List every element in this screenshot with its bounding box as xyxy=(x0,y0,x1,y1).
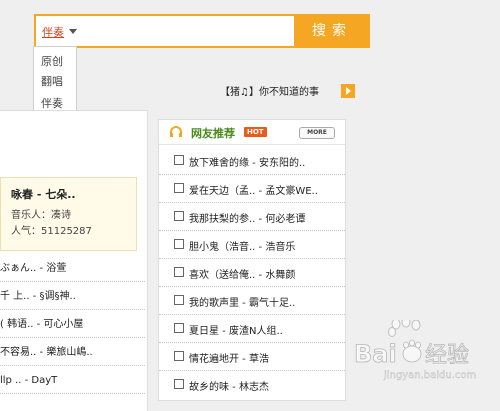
svg-text:Bai: Bai xyxy=(354,340,397,368)
artist-popularity: 人气：51125287 xyxy=(11,226,92,237)
search-type-select[interactable]: 伴奏 xyxy=(36,16,80,46)
recommend-row: 我那扶梨的参.. - 何必老谭 xyxy=(159,204,345,231)
recommend-header: 网友推荐 HOT MORE xyxy=(159,120,345,145)
list-item[interactable]: 不容易.. - 樂旅山嶋.. xyxy=(0,340,145,366)
recommend-checkbox[interactable] xyxy=(174,267,184,277)
recommend-item[interactable]: 夏日星 - 废渣N人组.. xyxy=(189,322,339,337)
headphone-icon xyxy=(170,126,182,137)
recommend-checkbox[interactable] xyxy=(174,155,184,165)
recommend-checkbox[interactable] xyxy=(174,379,184,389)
recommend-row: 胆小鬼（浩音.. - 浩音乐 xyxy=(159,232,345,259)
search-bar: 伴奏 搜索 xyxy=(34,14,372,48)
chevron-down-icon xyxy=(69,29,77,34)
more-button[interactable]: MORE xyxy=(299,127,335,139)
search-type-label: 伴奏 xyxy=(42,26,64,39)
recommend-item[interactable]: 放下难舍的缘 - 安东阳的.. xyxy=(189,154,339,169)
recommend-item[interactable]: 我那扶梨的参.. - 何必老谭 xyxy=(189,210,339,225)
artist-card[interactable]: 咏春 - 七朵.. 音乐人：凑诗 人气：51125287 xyxy=(0,177,137,251)
recommend-panel: 网友推荐 HOT MORE 放下难舍的缘 - 安东阳的.. 爱在天边（孟.. -… xyxy=(158,119,346,401)
recommend-row: 夏日星 - 废渣N人组.. xyxy=(159,316,345,343)
artist-song-title[interactable]: 咏春 - 七朵.. xyxy=(11,186,76,202)
dropdown-item-cover[interactable]: 翻唱 xyxy=(41,73,63,89)
recommend-row: 爱在天边（孟.. - 孟文豪WE.. xyxy=(159,176,345,203)
search-input[interactable]: 伴奏 xyxy=(34,14,296,48)
svg-text:经验: 经验 xyxy=(425,343,469,368)
list-item[interactable]: ぶぁん.. - 浴萱 xyxy=(0,256,145,282)
recommend-checkbox[interactable] xyxy=(174,183,184,193)
artist-musician: 音乐人：凑诗 xyxy=(11,210,71,221)
hot-badge: HOT xyxy=(244,127,267,137)
recommend-item[interactable]: 胆小鬼（浩音.. - 浩音乐 xyxy=(189,238,339,253)
recommend-row: 故乡的味 - 林志杰 xyxy=(159,372,345,398)
recommend-checkbox[interactable] xyxy=(174,295,184,305)
search-button[interactable]: 搜索 xyxy=(294,14,370,48)
recommend-checkbox[interactable] xyxy=(174,323,184,333)
recommend-item[interactable]: 我的歌声里 - 霸气十足.. xyxy=(189,294,339,309)
recommend-item[interactable]: 故乡的味 - 林志杰 xyxy=(189,378,339,393)
recommend-item[interactable]: 爱在天边（孟.. - 孟文豪WE.. xyxy=(189,182,339,197)
recommend-checkbox[interactable] xyxy=(174,239,184,249)
recommend-item[interactable]: 喜欢（送给俺.. - 水舞颜 xyxy=(189,266,339,281)
baidu-jingyan-watermark: Bai 经验 jingyan.baidu.com xyxy=(354,320,476,381)
recommend-row: 喜欢（送给俺.. - 水舞颜 xyxy=(159,260,345,287)
list-item[interactable]: llp .. - DayT xyxy=(0,368,145,394)
list-item[interactable]: ( 韩语.. - 可心小屋 xyxy=(0,312,145,338)
recommend-title: 网友推荐 xyxy=(191,127,235,140)
dropdown-item-accompaniment[interactable]: 伴奏 xyxy=(41,95,63,111)
list-item[interactable]: 千 上.. - §调§神.. xyxy=(0,284,145,310)
svg-text:jingyan.baidu.com: jingyan.baidu.com xyxy=(383,370,476,381)
recommend-item[interactable]: 情花遍地开 - 草浩 xyxy=(189,350,339,365)
recommend-checkbox[interactable] xyxy=(174,211,184,221)
recommend-row: 情花遍地开 - 草浩 xyxy=(159,344,345,371)
notice-link[interactable]: 【猪♫】你不知道的事 xyxy=(220,83,319,98)
dropdown-item-original[interactable]: 原创 xyxy=(41,53,63,69)
recommend-checkbox[interactable] xyxy=(174,351,184,361)
recommend-row: 我的歌声里 - 霸气十足.. xyxy=(159,288,345,315)
play-arrow-icon[interactable] xyxy=(341,84,355,98)
recommend-row: 放下难舍的缘 - 安东阳的.. xyxy=(159,148,345,175)
